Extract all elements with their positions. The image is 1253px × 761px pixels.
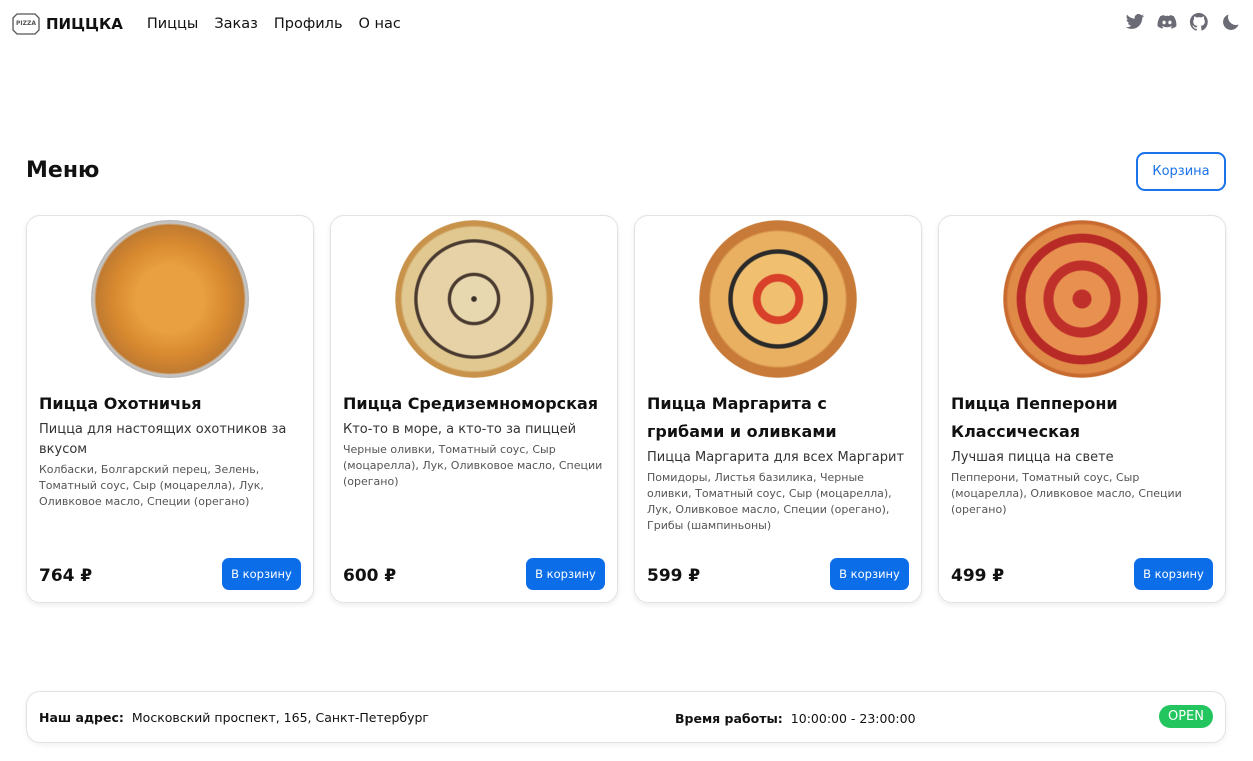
pizza-card: Пицца Средиземноморская Кто-то в море, а… — [330, 215, 618, 603]
pizza-card: Пицца Пепперони Классическая Лучшая пицц… — [938, 215, 1226, 603]
svg-text:PIZZA: PIZZA — [16, 20, 36, 27]
address-label: Наш адрес: — [39, 709, 124, 725]
add-to-cart-button[interactable]: В корзину — [830, 558, 909, 590]
pizza-card: Пицца Маргарита с грибами и оливками Пиц… — [634, 215, 922, 603]
pizza-box-icon: PIZZA — [12, 13, 40, 35]
pizza-ingredients: Пепперони, Томатный соус, Сыр (моцарелла… — [951, 471, 1182, 516]
status-badge: OPEN — [1158, 705, 1213, 728]
pizza-price: 499 ₽ — [951, 566, 1005, 586]
pizza-image — [699, 220, 857, 378]
footer-info: Наш адрес: Московский проспект, 165, Сан… — [26, 691, 1226, 743]
brand-logo[interactable]: PIZZA ПИЦЦКА — [10, 12, 123, 36]
navbar: PIZZA ПИЦЦКА Пиццы Заказ Профиль О нас — [0, 0, 1253, 48]
pizza-ingredients: Помидоры, Листья базилика, Черные оливки… — [647, 471, 892, 532]
page-title: Меню — [26, 158, 100, 183]
pizza-subtitle: Лучшая пицца на свете — [951, 450, 1114, 465]
pizza-title: Пицца Маргарита с грибами и оливками — [647, 394, 837, 441]
nav-link-profile[interactable]: Профиль — [274, 16, 343, 32]
hours-value: 10:00:00 - 23:00:00 — [790, 710, 916, 726]
moon-icon[interactable] — [1221, 12, 1241, 32]
add-to-cart-button[interactable]: В корзину — [526, 558, 605, 590]
pizza-title: Пицца Средиземноморская — [343, 394, 599, 413]
pizza-image — [1003, 220, 1161, 378]
pizza-price: 600 ₽ — [343, 566, 397, 586]
cart-button[interactable]: Корзина — [1136, 152, 1226, 191]
add-to-cart-button[interactable]: В корзину — [222, 558, 301, 590]
discord-icon[interactable] — [1157, 12, 1177, 32]
github-icon[interactable] — [1189, 12, 1209, 32]
pizza-price: 599 ₽ — [647, 566, 701, 586]
pizza-subtitle: Пицца Маргарита для всех Маргарит — [647, 450, 905, 465]
pizza-card: Пицца Охотничья Пицца для настоящих охот… — [26, 215, 314, 603]
pizza-title: Пицца Охотничья — [39, 394, 202, 413]
pizza-price: 764 ₽ — [39, 566, 93, 586]
nav-link-pizzas[interactable]: Пиццы — [147, 16, 199, 32]
pizza-list: Пицца Охотничья Пицца для настоящих охот… — [26, 215, 1226, 603]
pizza-title: Пицца Пепперони Классическая — [951, 394, 1118, 441]
brand-name: ПИЦЦКА — [46, 15, 123, 33]
pizza-image — [91, 220, 249, 378]
pizza-image — [395, 220, 553, 378]
hours-label: Время работы: — [675, 710, 783, 726]
pizza-ingredients: Черные оливки, Томатный соус, Сыр (моцар… — [343, 443, 603, 488]
nav-link-about[interactable]: О нас — [359, 16, 401, 32]
pizza-subtitle: Пицца для настоящих охотников за вкусом — [39, 422, 287, 457]
twitter-icon[interactable] — [1125, 12, 1145, 32]
pizza-subtitle: Кто-то в море, а кто-то за пиццей — [343, 422, 577, 437]
address-value: Московский проспект, 165, Санкт-Петербур… — [131, 709, 429, 725]
add-to-cart-button[interactable]: В корзину — [1134, 558, 1213, 590]
pizza-ingredients: Колбаски, Болгарский перец, Зелень, Тома… — [39, 463, 264, 508]
nav-link-order[interactable]: Заказ — [214, 16, 258, 32]
